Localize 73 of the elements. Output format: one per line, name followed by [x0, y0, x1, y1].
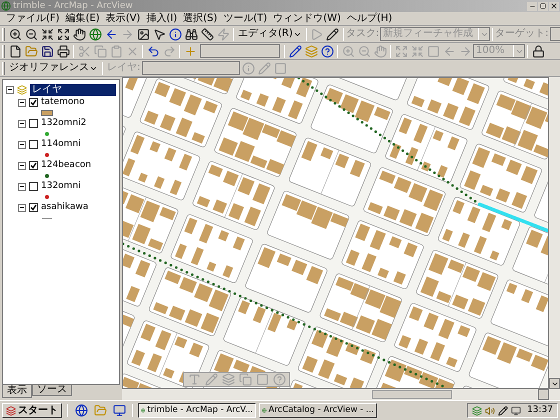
menu-item[interactable]: 選択(S)	[183, 14, 218, 24]
menu-item[interactable]: ツール(T)	[223, 14, 268, 24]
pan-icon[interactable]	[71, 26, 87, 42]
georeferencing-menu[interactable]: ジオリファレンス	[7, 63, 100, 73]
app-globe-icon	[1, 1, 11, 11]
zoom-in-icon[interactable]	[7, 26, 23, 42]
globe-icon	[262, 406, 267, 415]
layer-checkbox[interactable]	[29, 140, 38, 149]
collapse-icon[interactable]	[18, 140, 26, 148]
layer-checkbox[interactable]	[29, 182, 38, 191]
close-icon	[550, 2, 558, 10]
collapse-icon[interactable]	[18, 120, 26, 128]
menu-item[interactable]: ウィンドウ(W)	[273, 14, 341, 24]
layer-checkbox[interactable]	[29, 161, 38, 170]
layer-label: レイヤ:	[107, 63, 140, 73]
lock-icon[interactable]	[530, 43, 546, 59]
layer-checkbox[interactable]	[29, 203, 38, 212]
layer-checkbox[interactable]	[29, 119, 38, 128]
restore-icon	[540, 3, 546, 9]
horizontal-scrollbar[interactable]	[122, 389, 560, 400]
map-scale-field[interactable]	[200, 44, 280, 58]
window-title: trimble - ArcMap - ArcView	[13, 2, 133, 10]
clock: 13:37	[527, 406, 553, 415]
desktop-icon[interactable]	[111, 402, 127, 418]
taskbar-button[interactable]: trimble - ArcMap - ArcV...	[138, 403, 256, 418]
restore-button[interactable]	[538, 2, 548, 10]
task-label: タスク:	[346, 29, 380, 39]
collapse-icon[interactable]	[18, 182, 26, 190]
tool-help-icon[interactable]	[271, 372, 287, 388]
menu-item[interactable]: 挿入(I)	[146, 14, 178, 24]
menu-item[interactable]: 表示(V)	[106, 14, 140, 24]
layers-icon	[17, 84, 27, 94]
collapse-icon[interactable]	[18, 98, 26, 106]
start-button[interactable]: スタート	[2, 403, 62, 418]
target-label: ターゲット:	[495, 29, 549, 39]
collapse-icon[interactable]	[18, 204, 26, 212]
collapse-icon[interactable]	[6, 86, 14, 94]
layers-tool-icon[interactable]	[220, 372, 236, 388]
editor-menu[interactable]: エディタ(R)	[236, 29, 304, 39]
layer-checkbox[interactable]	[29, 98, 38, 107]
browser-icon[interactable]	[73, 402, 89, 418]
minimize-button[interactable]	[527, 2, 537, 10]
tray-icon	[472, 406, 482, 416]
taskbar-button[interactable]: ArcCatalog - ArcView - ...	[259, 403, 377, 418]
help-icon[interactable]	[319, 43, 335, 59]
start-logo-icon	[6, 406, 16, 416]
layers-root-item[interactable]: レイヤ	[30, 84, 116, 96]
vertical-scrollbar[interactable]	[549, 77, 560, 389]
zoom-out-icon[interactable]	[23, 26, 39, 42]
menu-item[interactable]: ヘルプ(H)	[346, 14, 392, 24]
toc-tab[interactable]: 表示	[2, 385, 32, 398]
toc-tab[interactable]: ソース	[32, 385, 72, 396]
layer-name[interactable]: asahikawa	[41, 203, 88, 212]
layer-name[interactable]: 124beacon	[41, 161, 92, 170]
layer-name[interactable]: 132omni2	[41, 119, 86, 128]
menu-item[interactable]: 編集(E)	[66, 14, 100, 24]
save-icon[interactable]	[39, 43, 55, 59]
print-icon[interactable]	[55, 43, 71, 59]
copy-tool-icon[interactable]	[237, 372, 253, 388]
layer-name[interactable]: 132omni	[41, 182, 81, 191]
identify-icon[interactable]	[167, 26, 183, 42]
volume-icon	[485, 406, 496, 416]
pencil-icon[interactable]	[324, 26, 341, 42]
binoculars-icon[interactable]	[183, 26, 199, 42]
layer-name[interactable]: 114omni	[41, 140, 81, 149]
layer-name[interactable]: tatemono	[41, 98, 85, 107]
globe-icon	[141, 406, 146, 415]
collapse-icon[interactable]	[18, 162, 26, 170]
draw-tool-icon[interactable]	[203, 372, 219, 388]
menu-item[interactable]: ファイル(F)	[6, 14, 60, 24]
tray-pen-icon	[498, 406, 508, 416]
close-button[interactable]	[549, 2, 559, 10]
measure-icon[interactable]	[199, 26, 215, 42]
